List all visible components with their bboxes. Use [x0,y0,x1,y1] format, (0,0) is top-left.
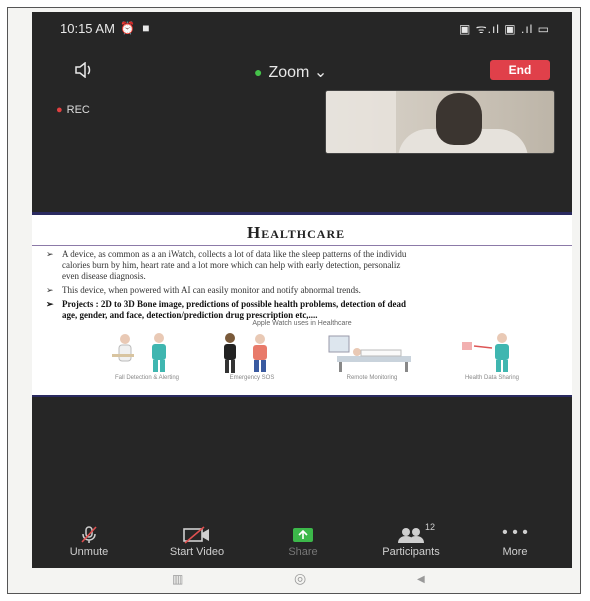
slide-divider [32,245,572,246]
bullet-1: ➢ A device, as common as a an iWatch, col… [46,249,407,259]
emergency-sos-illustration [224,333,267,373]
participants-button[interactable]: 12 Participants [366,522,456,558]
speaker-icon[interactable] [74,61,96,83]
meeting-title: Zoom ⌄ [268,64,328,81]
end-meeting-button[interactable]: End [490,60,550,80]
shield-icon: ● [254,64,263,80]
more-button[interactable]: • • • More [470,524,560,559]
meeting-toolbar: Unmute Start Video Share 12 Participants… [32,522,572,568]
slide-bullets: ➢ A device, as common as a an iWatch, col… [44,249,572,321]
status-time: 10:15 AM [60,21,115,36]
rec-label: REC [66,104,90,116]
start-video-label: Start Video [169,546,225,558]
recent-apps-icon[interactable]: ▥ [172,572,183,586]
self-video-thumbnail[interactable] [325,90,555,154]
bullet-1-line-1: A device, as common as a an iWatch, coll… [62,249,407,259]
bullet-3-line-1: Projects : 2D to 3D Bone image, predicti… [62,299,406,309]
bullet-1-line-2: calories burn by him, heart rate and a l… [62,260,401,270]
remote-monitoring-illustration [328,335,411,372]
participant-avatar [436,93,482,145]
unmute-label: Unmute [69,546,109,558]
recording-indicator: ● REC [56,104,90,116]
home-icon[interactable]: ◎ [294,570,306,587]
participants-icon: 12 [391,522,435,544]
caption-fall-detection: Fall Detection & Alerting [114,375,180,381]
caption-remote-monitoring: Remote Monitoring [346,375,398,381]
meeting-top-bar: ● Zoom ⌄ End [32,56,572,86]
fall-detection-illustration [112,333,166,372]
status-bar: 10:15 AM ⏰ ■ ▣ ᯤ.ıl ▣ .ıl ▭ [32,12,572,42]
video-off-icon [152,526,242,544]
share-label: Share [288,546,318,558]
caption-emergency-sos: Emergency SOS [229,375,275,381]
share-icon [258,526,348,544]
record-dot-icon: ● [56,104,63,116]
illustration-caption: Apple Watch uses in Healthcare [252,320,352,327]
bullet-2-line-1: This device, when powered with AI can ea… [62,285,361,295]
more-label: More [502,546,528,558]
bullet-3: ➢ Projects : 2D to 3D Bone image, predict… [46,299,406,309]
signal-battery-icons: ▣ ᯤ.ıl ▣ .ıl ▭ [459,22,550,36]
shared-screen-slide: Healthcare ➢ A device, as common as a an … [32,212,572,397]
back-icon[interactable]: ◀ [417,574,425,585]
share-button[interactable]: Share [258,526,348,558]
unmute-button[interactable]: Unmute [44,526,134,558]
participants-label: Participants [382,546,440,558]
slide-title: Healthcare [247,223,346,242]
start-video-button[interactable]: Start Video [152,526,242,558]
participants-count-badge: 12 [425,522,436,532]
more-icon: • • • [502,524,528,541]
android-nav-bar: ▥ ◎ ◀ [32,568,572,592]
health-data-illustration [462,333,509,372]
meeting-title-dropdown[interactable]: ● Zoom ⌄ [254,62,327,82]
phone-screen: 10:15 AM ⏰ ■ ▣ ᯤ.ıl ▣ .ıl ▭ ● Zoom ⌄ End … [32,12,572,568]
mic-muted-icon [44,526,134,544]
bullet-1-line-3: even disease diagnosis. [62,271,146,281]
caption-health-data: Health Data Sharing [464,375,520,381]
bullet-2: ➢ This device, when powered with AI can e… [46,285,361,295]
alarm-icon: ⏰ ■ [120,21,152,35]
